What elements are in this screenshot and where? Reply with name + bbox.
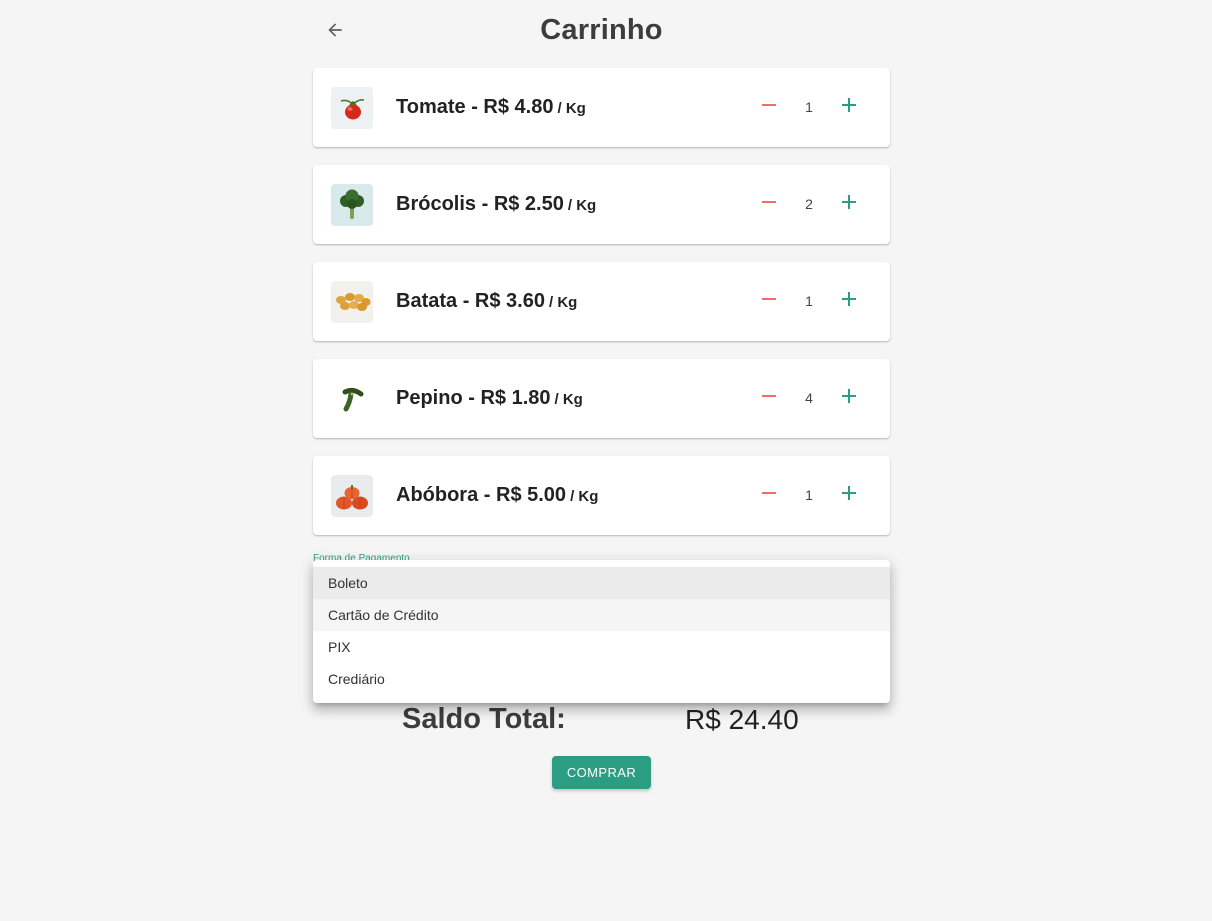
- item-separator: -: [457, 290, 475, 312]
- cucumber-image: [331, 378, 373, 420]
- plus-icon: [841, 97, 857, 118]
- increment-button[interactable]: [834, 189, 864, 219]
- item-title: Pepino - R$ 1.80/ Kg: [396, 387, 583, 410]
- item-title: Batata - R$ 3.60/ Kg: [396, 290, 577, 313]
- total-label: Saldo Total:: [402, 703, 566, 735]
- quantity-value: 4: [805, 390, 813, 406]
- item-price: R$ 1.80: [480, 387, 551, 409]
- item-name: Brócolis: [396, 193, 477, 215]
- item-unit: / Kg: [570, 488, 599, 505]
- decrement-button[interactable]: [754, 189, 784, 219]
- total-row: Saldo Total: R$ 24.40: [402, 703, 822, 743]
- item-price: R$ 2.50: [493, 193, 564, 215]
- option-cartao-de-credito[interactable]: Cartão de Crédito: [313, 599, 890, 631]
- item-title: Tomate - R$ 4.80/ Kg: [396, 96, 586, 119]
- item-name: Tomate: [396, 96, 466, 118]
- minus-icon: [761, 388, 777, 409]
- cart-page: Carrinho Tomate - R$ 4.80/ Kg 1 Brócolis…: [0, 0, 1212, 921]
- cart-item-brocolis: Brócolis - R$ 2.50/ Kg 2: [313, 165, 890, 244]
- minus-icon: [761, 291, 777, 312]
- option-boleto[interactable]: Boleto: [313, 567, 890, 599]
- item-unit: / Kg: [557, 100, 586, 117]
- plus-icon: [841, 291, 857, 312]
- option-crediario[interactable]: Crediário: [313, 663, 890, 695]
- plus-icon: [841, 194, 857, 215]
- item-title: Brócolis - R$ 2.50/ Kg: [396, 193, 596, 216]
- item-title: Abóbora - R$ 5.00/ Kg: [396, 484, 598, 507]
- item-name: Batata: [396, 290, 458, 312]
- quantity-stepper: 1: [754, 92, 864, 122]
- increment-button[interactable]: [834, 383, 864, 413]
- page-title: Carrinho: [540, 14, 663, 46]
- increment-button[interactable]: [834, 92, 864, 122]
- minus-icon: [761, 194, 777, 215]
- decrement-button[interactable]: [754, 480, 784, 510]
- item-separator: -: [476, 193, 494, 215]
- item-separator: -: [465, 96, 484, 118]
- cart-item-batata: Batata - R$ 3.60/ Kg 1: [313, 262, 890, 341]
- total-value: R$ 24.40: [685, 704, 799, 735]
- increment-button[interactable]: [834, 480, 864, 510]
- cart-item-tomate: Tomate - R$ 4.80/ Kg 1: [313, 68, 890, 147]
- payment-method-dropdown: Boleto Cartão de Crédito PIX Crediário: [313, 560, 890, 703]
- quantity-stepper: 1: [754, 480, 864, 510]
- quantity-stepper: 1: [754, 286, 864, 316]
- decrement-button[interactable]: [754, 383, 784, 413]
- item-price: R$ 5.00: [496, 484, 567, 506]
- tomato-image: [331, 87, 373, 129]
- item-unit: / Kg: [554, 391, 583, 408]
- header: Carrinho: [313, 0, 890, 68]
- buy-button[interactable]: COMPRAR: [552, 756, 651, 789]
- item-unit: / Kg: [567, 197, 597, 214]
- item-unit: / Kg: [548, 294, 578, 311]
- item-separator: -: [462, 387, 481, 409]
- cart-item-pepino: Pepino - R$ 1.80/ Kg 4: [313, 359, 890, 438]
- pumpkins-image: [331, 475, 373, 517]
- cart-item-abobora: Abóbora - R$ 5.00/ Kg 1: [313, 456, 890, 535]
- plus-icon: [841, 485, 857, 506]
- item-price: R$ 3.60: [474, 290, 545, 312]
- quantity-stepper: 4: [754, 383, 864, 413]
- minus-icon: [761, 485, 777, 506]
- increment-button[interactable]: [834, 286, 864, 316]
- broccoli-image: [331, 184, 373, 226]
- cart-list: Tomate - R$ 4.80/ Kg 1 Brócolis - R$ 2.5…: [313, 68, 890, 553]
- item-separator: -: [478, 484, 496, 506]
- item-name: Pepino: [396, 387, 463, 409]
- quantity-stepper: 2: [754, 189, 864, 219]
- quantity-value: 1: [805, 99, 813, 115]
- quantity-value: 2: [805, 196, 813, 212]
- decrement-button[interactable]: [754, 286, 784, 316]
- minus-icon: [761, 97, 777, 118]
- plus-icon: [841, 388, 857, 409]
- decrement-button[interactable]: [754, 92, 784, 122]
- item-name: Abóbora: [396, 484, 479, 506]
- quantity-value: 1: [805, 487, 813, 503]
- potatoes-image: [331, 281, 373, 323]
- option-pix[interactable]: PIX: [313, 631, 890, 663]
- item-price: R$ 4.80: [483, 96, 554, 118]
- quantity-value: 1: [805, 293, 813, 309]
